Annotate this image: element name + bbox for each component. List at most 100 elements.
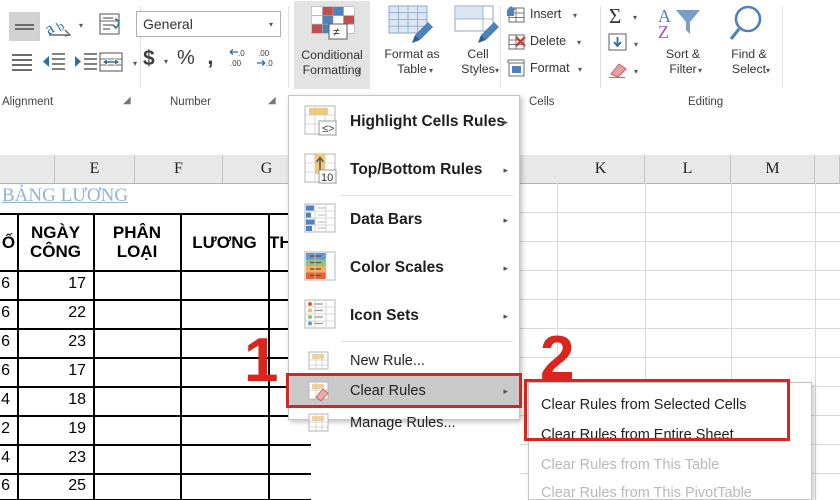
col-header-N[interactable] [815, 155, 840, 183]
number-format-value: General [143, 16, 193, 32]
decrease-decimal-icon: .00 .0 [257, 49, 273, 68]
svg-text:10: 10 [321, 172, 333, 184]
submenu-item-this-table: Clear Rules from This Table [541, 457, 720, 473]
menu-item-color-scales[interactable]: Color Scales ▸ [290, 246, 520, 290]
cell-ngay-cong[interactable]: 17 [18, 270, 93, 299]
alignment-dialog-launcher[interactable]: ◢ [123, 95, 134, 106]
format-cells-button[interactable] [506, 59, 528, 79]
step-one-annotation: 1 [244, 326, 279, 395]
menu-label-icon-sets: Icon Sets [350, 307, 419, 324]
number-format-select[interactable]: General ▾ [136, 11, 281, 37]
cell-ngay-cong[interactable]: 18 [18, 386, 93, 415]
cell-col-a[interactable]: 4 [0, 386, 17, 415]
orientation-button[interactable]: a b [41, 12, 76, 39]
decrease-decimal-button[interactable]: .00 .0 [255, 48, 281, 72]
cell-ngay-cong[interactable]: 23 [18, 444, 93, 473]
merge-center-button[interactable] [97, 50, 129, 76]
cell-col-a[interactable]: 6 [0, 299, 17, 328]
align-justify-button[interactable] [8, 50, 36, 74]
increase-indent-icon [75, 53, 97, 70]
menu-label-color-scales: Color Scales [350, 259, 444, 276]
col-header-L[interactable]: L [645, 155, 731, 183]
submenu-arrow-icon: ▸ [503, 116, 508, 127]
number-format-caret-icon[interactable]: ▾ [269, 20, 273, 29]
autosum-caret-icon[interactable]: ▾ [633, 14, 637, 22]
table-header-col-a: Ố [0, 215, 17, 269]
cell-ngay-cong[interactable]: 25 [18, 473, 93, 499]
format-caret-icon[interactable]: ▾ [578, 66, 582, 74]
menu-item-data-bars[interactable]: Data Bars ▸ [290, 198, 520, 242]
conditional-formatting-menu[interactable]: ≤> Highlight Cells Rules ▸ 10 Top/Bottom… [288, 95, 520, 432]
delete-caret-icon[interactable]: ▾ [577, 39, 581, 47]
wrap-text-button[interactable] [97, 10, 127, 40]
menu-item-new-rule[interactable]: New Rule... [290, 346, 520, 376]
format-as-table-caret-icon[interactable]: ▾ [429, 67, 433, 75]
menu-item-top-bottom-rules[interactable]: 10 Top/Bottom Rules ▸ [290, 148, 520, 192]
format-label[interactable]: Format [530, 61, 570, 75]
delete-label[interactable]: Delete [530, 34, 566, 48]
number-dialog-launcher[interactable]: ◢ [268, 95, 279, 106]
fill-caret-icon[interactable]: ▾ [634, 41, 638, 49]
format-as-table-icon [388, 5, 433, 43]
cell-ngay-cong[interactable]: 19 [18, 415, 93, 444]
cell-col-a[interactable]: 6 [0, 473, 17, 499]
clear-caret-icon[interactable]: ▾ [634, 68, 638, 76]
cell-col-a[interactable]: 6 [0, 357, 17, 386]
cell-ngay-cong[interactable]: 17 [18, 357, 93, 386]
cell-col-a[interactable]: 6 [0, 270, 17, 299]
sort-filter-button[interactable]: A Z Sort & Filter ▾ [650, 1, 716, 89]
cell-styles-button[interactable]: Cell Styles ▾ [440, 1, 516, 89]
merge-center-icon [99, 52, 123, 72]
insert-caret-icon[interactable]: ▾ [573, 12, 577, 20]
color-scales-icon [304, 251, 336, 281]
delete-cells-button[interactable] [506, 32, 528, 52]
conditional-formatting-button[interactable]: ≠ Conditional Formatting ▾ [294, 1, 370, 89]
menu-label-top-bottom-rules: Top/Bottom Rules [350, 161, 483, 178]
new-rule-icon [308, 351, 329, 370]
group-label-cells: Cells [529, 96, 555, 108]
insert-cells-button[interactable] [506, 5, 528, 25]
find-select-caret-icon[interactable]: ▾ [766, 67, 770, 75]
format-as-table-button[interactable]: Format as Table ▾ [374, 1, 450, 89]
cell-col-a[interactable]: 4 [0, 444, 17, 473]
col-header-F[interactable]: F [135, 155, 223, 183]
top-bottom-icon: 10 [304, 153, 337, 184]
table-header-ngay-cong-line1: NGÀY [30, 223, 81, 242]
merge-center-caret-icon[interactable]: ▾ [133, 60, 137, 68]
increase-decimal-button[interactable]: .0 .00 [227, 48, 253, 72]
comma-style-button[interactable]: , [203, 44, 213, 70]
fill-button[interactable] [607, 32, 629, 52]
accounting-format-button[interactable]: $ [143, 47, 155, 71]
table-header-phan-loai: PHÂN LOẠI [94, 215, 180, 269]
middle-align-button[interactable] [9, 12, 40, 41]
cell-ngay-cong[interactable]: 22 [18, 299, 93, 328]
svg-text:.0: .0 [266, 59, 273, 68]
insert-label[interactable]: Insert [530, 7, 561, 21]
cell-col-a[interactable]: 2 [0, 415, 17, 444]
menu-item-icon-sets[interactable]: Icon Sets ▸ [290, 294, 520, 338]
cell-styles-caret-icon[interactable]: ▾ [495, 67, 499, 75]
increase-indent-button[interactable] [72, 50, 100, 74]
find-select-button[interactable]: Find & Select ▾ [716, 1, 782, 89]
percent-format-button[interactable]: % [177, 47, 195, 70]
clear-button[interactable] [607, 60, 629, 80]
sort-filter-caret-icon[interactable]: ▾ [698, 67, 702, 75]
autosum-button[interactable]: Σ [609, 4, 621, 29]
table-header-luong: LƯƠNG [181, 215, 268, 269]
sheet-title: BẢNG LƯƠNG [2, 185, 129, 206]
conditional-formatting-caret-icon[interactable]: ▾ [357, 68, 361, 76]
col-header-M[interactable]: M [731, 155, 815, 183]
excel-window: a b ▾ ▾ Alignment ◢ General ▾ $ ▾ % , .0… [0, 0, 840, 500]
format-as-table-label-2: Table [397, 62, 427, 76]
accounting-caret-icon[interactable]: ▾ [164, 58, 168, 66]
menu-item-manage-rules[interactable]: Manage Rules... [290, 408, 520, 438]
svg-text:.00: .00 [230, 59, 242, 68]
col-header-K[interactable]: K [557, 155, 645, 183]
menu-item-highlight-cells-rules[interactable]: ≤> Highlight Cells Rules ▸ [290, 100, 520, 144]
col-header-E[interactable]: E [55, 155, 135, 183]
cell-ngay-cong[interactable]: 23 [18, 328, 93, 357]
orientation-caret-icon[interactable]: ▾ [79, 22, 83, 30]
col-header-spacer [0, 155, 55, 183]
decrease-indent-button[interactable] [40, 50, 68, 74]
cell-col-a[interactable]: 6 [0, 328, 17, 357]
